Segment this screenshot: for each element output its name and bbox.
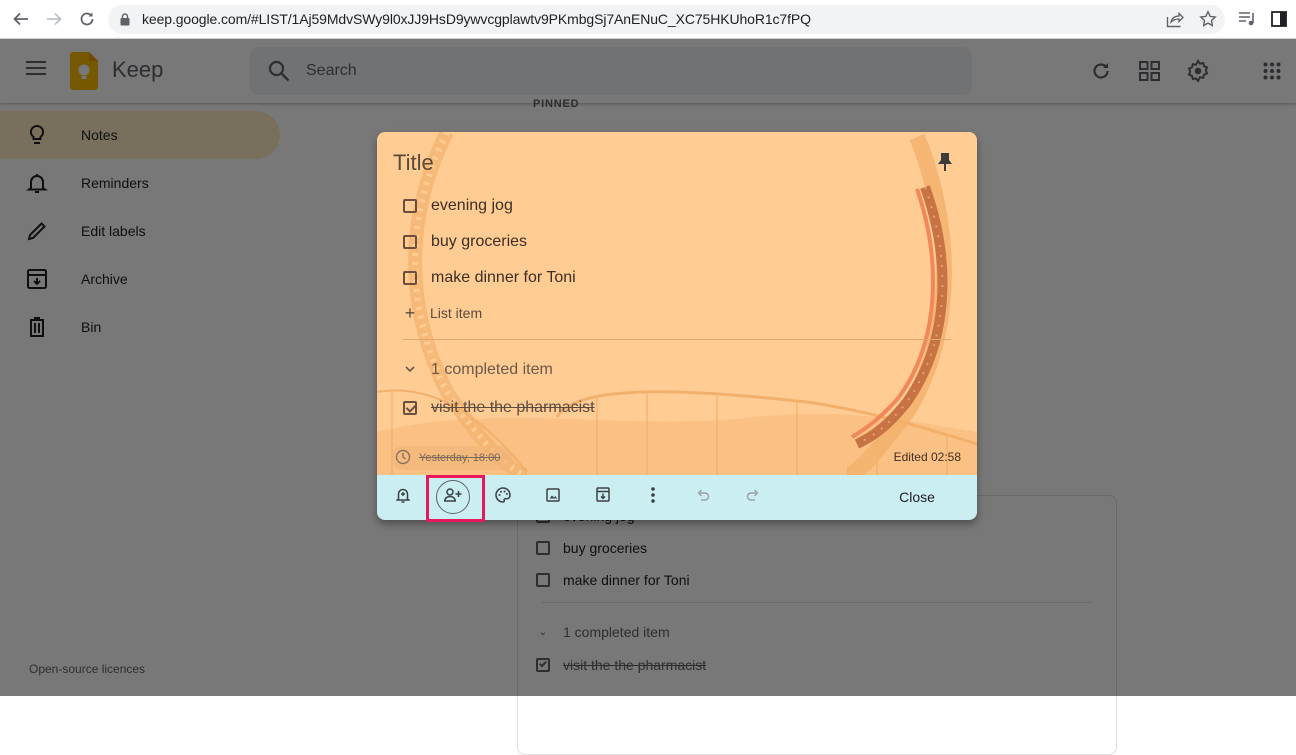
redo-icon <box>746 488 760 507</box>
reload-icon[interactable] <box>76 8 98 30</box>
list-item-text[interactable]: visit the the pharmacist <box>431 399 595 417</box>
list-item[interactable]: buy groceries <box>403 229 527 255</box>
note-title-input[interactable]: Title <box>393 150 434 176</box>
more-options-button[interactable] <box>637 481 669 513</box>
clock-icon <box>395 449 411 468</box>
palette-icon <box>495 486 511 508</box>
browser-toolbar: keep.google.com/#LIST/1Aj59MdvSWy9l0xJJ9… <box>0 0 1296 39</box>
list-item-text[interactable]: buy groceries <box>431 233 527 251</box>
archive-button[interactable] <box>587 481 619 513</box>
list-item-text[interactable]: evening jog <box>431 197 513 215</box>
chevron-down-icon <box>403 364 417 376</box>
close-button[interactable]: Close <box>885 483 949 511</box>
side-panel-icon[interactable] <box>1271 11 1287 32</box>
undo-button[interactable] <box>687 481 719 513</box>
list-item-text[interactable]: make dinner for Toni <box>431 269 576 287</box>
list-item[interactable]: evening jog <box>403 193 513 219</box>
url-text[interactable]: keep.google.com/#LIST/1Aj59MdvSWy9l0xJJ9… <box>142 11 811 27</box>
bell-plus-icon <box>395 487 411 508</box>
note-editor-modal: Title evening jog buy groceries make din… <box>377 132 977 520</box>
completed-count: 1 completed item <box>431 361 553 378</box>
lock-icon[interactable] <box>120 13 130 31</box>
plus-icon: + <box>404 302 416 323</box>
address-bar[interactable]: keep.google.com/#LIST/1Aj59MdvSWy9l0xJJ9… <box>108 5 1225 34</box>
forward-arrow-icon[interactable] <box>43 8 65 30</box>
add-image-button[interactable] <box>537 481 569 513</box>
add-list-item-label: List item <box>430 305 483 321</box>
reading-list-icon[interactable] <box>1238 11 1256 32</box>
completed-list-item[interactable]: visit the the pharmacist <box>403 395 595 421</box>
edited-timestamp: Edited 02:58 <box>893 450 961 464</box>
share-icon[interactable] <box>1166 11 1184 33</box>
divider <box>403 339 951 340</box>
completed-toggle[interactable]: 1 completed item <box>403 358 553 382</box>
reminder-time: Yesterday, 18:00 <box>419 452 501 464</box>
reminder-chip[interactable]: Yesterday, 18:00 <box>391 446 513 470</box>
checkbox[interactable] <box>403 235 417 249</box>
archive-icon <box>596 487 610 507</box>
checkbox[interactable] <box>403 199 417 213</box>
remind-me-button[interactable] <box>387 481 419 513</box>
pin-icon[interactable] <box>937 152 957 174</box>
checkbox[interactable] <box>403 271 417 285</box>
background-options-button[interactable] <box>487 481 519 513</box>
add-list-item[interactable]: + List item <box>403 302 482 324</box>
more-vert-icon <box>651 486 655 508</box>
redo-button[interactable] <box>737 481 769 513</box>
back-arrow-icon[interactable] <box>10 8 32 30</box>
image-icon <box>546 487 560 507</box>
checkbox-checked[interactable] <box>403 401 417 415</box>
undo-icon <box>696 488 710 507</box>
star-icon[interactable] <box>1199 10 1217 33</box>
note-body: Title evening jog buy groceries make din… <box>377 132 977 475</box>
list-item[interactable]: make dinner for Toni <box>403 265 576 291</box>
collaborator-highlight-box <box>426 475 485 522</box>
